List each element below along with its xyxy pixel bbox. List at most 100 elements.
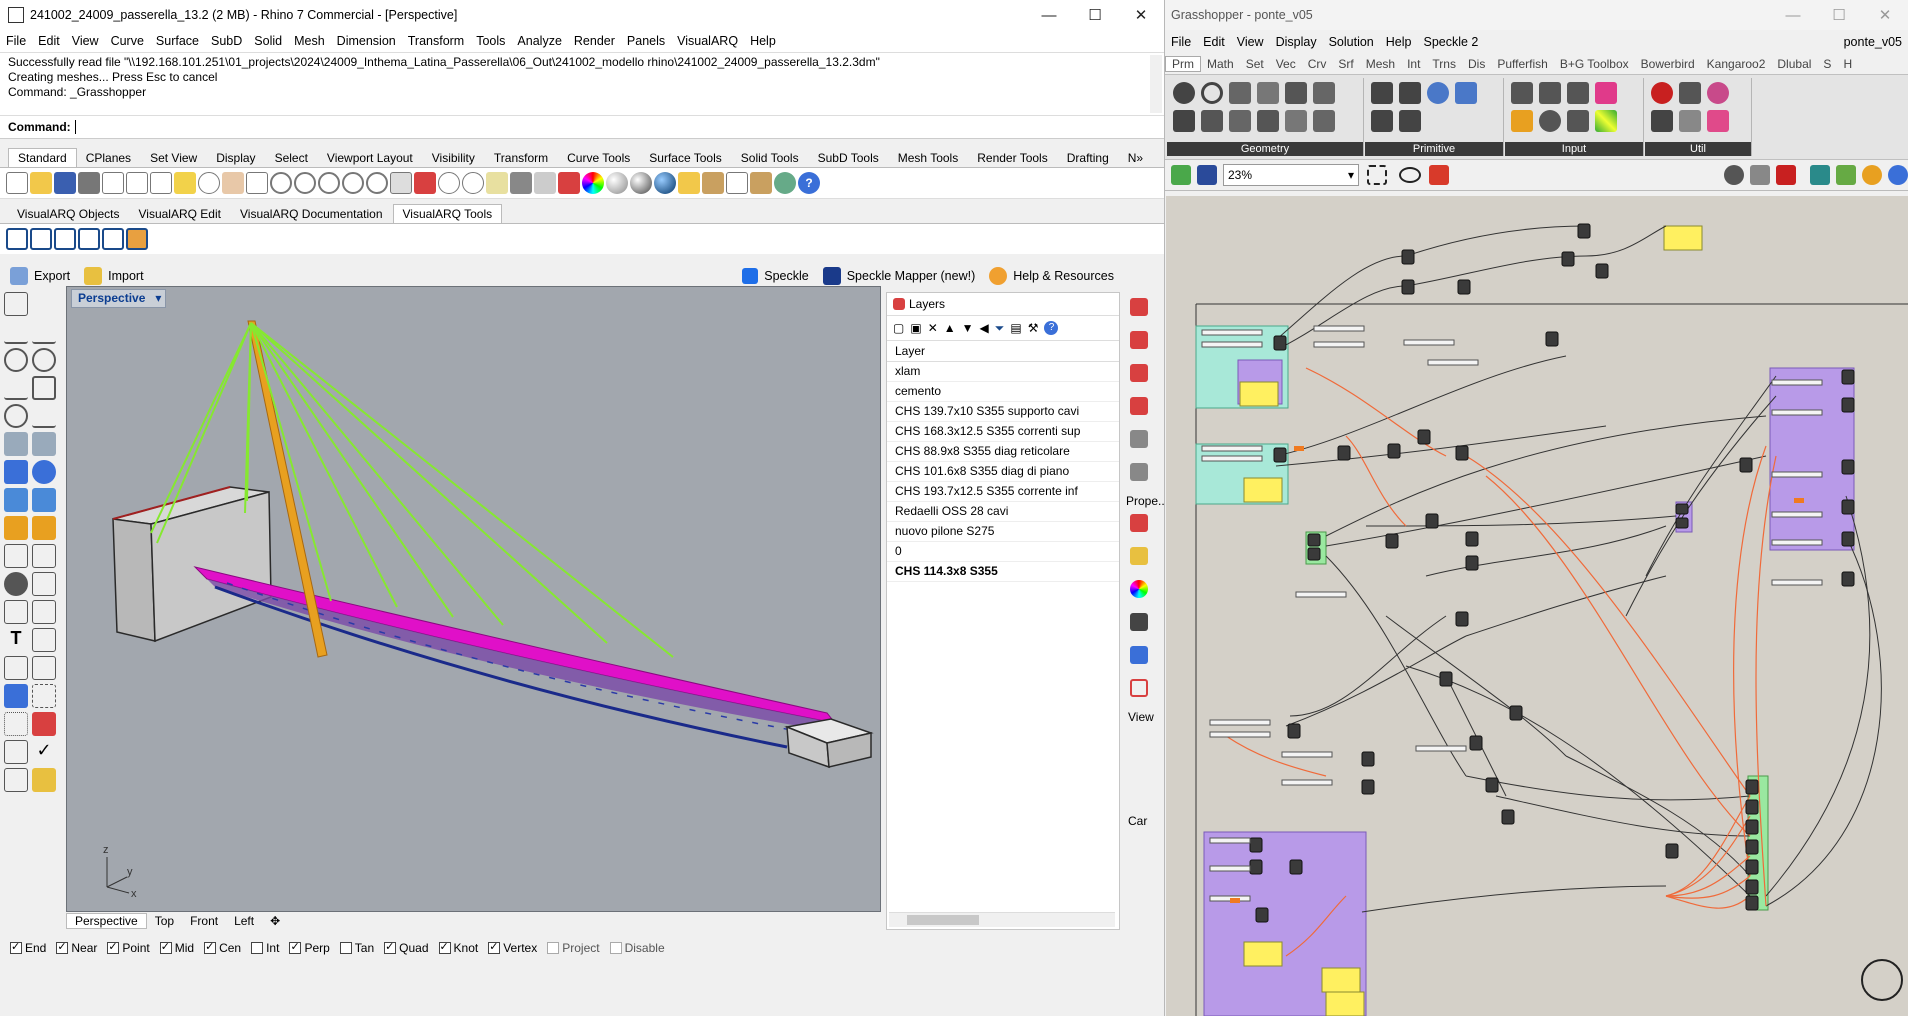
view-panel-label[interactable]: View: [1122, 710, 1160, 724]
gh-surface-param-icon[interactable]: [1257, 82, 1279, 104]
osnap-cen[interactable]: Cen: [204, 940, 241, 955]
hatch-icon[interactable]: [32, 684, 56, 708]
zoom-selected-icon[interactable]: [342, 172, 364, 194]
tab-cplanes[interactable]: CPlanes: [77, 149, 141, 167]
varq-table-icon[interactable]: [78, 228, 100, 250]
gh-tab-params[interactable]: Prm: [1165, 56, 1201, 72]
command-line[interactable]: Command:: [0, 116, 1164, 139]
crop-icon[interactable]: [726, 172, 748, 194]
gh-button-icon[interactable]: [1539, 110, 1561, 132]
gh-doc-name[interactable]: ponte_v05: [1838, 35, 1908, 49]
loft-icon[interactable]: [32, 432, 56, 456]
menu-curve[interactable]: Curve: [105, 34, 150, 48]
help-resources-button[interactable]: Help & Resources: [1013, 269, 1114, 283]
layer-row[interactable]: nuovo pilone S275: [887, 522, 1119, 542]
gh-text-param-icon[interactable]: [1399, 110, 1421, 132]
zoom-icon[interactable]: [270, 172, 292, 194]
menu-panels[interactable]: Panels: [621, 34, 671, 48]
rebuild-icon[interactable]: [32, 600, 56, 624]
paste-icon[interactable]: [174, 172, 196, 194]
move-up-icon[interactable]: ▲: [944, 321, 956, 335]
gh-panel-icon[interactable]: [1567, 82, 1589, 104]
join-icon[interactable]: [4, 572, 28, 596]
gh-sphere-green-icon[interactable]: [1836, 165, 1856, 185]
tab-visualarq-documentation[interactable]: VisualARQ Documentation: [231, 205, 393, 223]
history-scrollbar[interactable]: [1150, 55, 1162, 113]
gh-menu-file[interactable]: File: [1165, 35, 1197, 49]
properties-icon[interactable]: [558, 172, 580, 194]
osnap-vertex[interactable]: Vertex: [488, 940, 537, 955]
mirror-icon[interactable]: [32, 712, 56, 736]
environment-icon[interactable]: [1130, 397, 1148, 415]
gh-tab-pufferfish[interactable]: Pufferfish: [1491, 57, 1553, 71]
gh-brep-param-icon[interactable]: [1313, 82, 1335, 104]
viewport-tab-front[interactable]: Front: [182, 914, 226, 928]
layer-row[interactable]: CHS 139.7x10 S355 supporto cavi: [887, 402, 1119, 422]
gh-sphere-orange-icon[interactable]: [1862, 165, 1882, 185]
osnap-knot[interactable]: Knot: [438, 940, 478, 955]
varq-space-icon[interactable]: [54, 228, 76, 250]
tab-set-view[interactable]: Set View: [141, 149, 207, 167]
gh-tab-bg-toolbox[interactable]: B+G Toolbox: [1554, 57, 1635, 71]
export-icon[interactable]: [102, 172, 124, 194]
cut-icon[interactable]: [126, 172, 148, 194]
zoom-extents-icon[interactable]: [318, 172, 340, 194]
move-icon[interactable]: [32, 656, 56, 680]
menu-subd[interactable]: SubD: [205, 34, 248, 48]
gh-tab-dlubal[interactable]: Dlubal: [1771, 57, 1817, 71]
gh-save-icon[interactable]: [1197, 165, 1217, 185]
gh-graph-icon[interactable]: [1511, 110, 1533, 132]
move-parent-icon[interactable]: ◀: [980, 321, 989, 335]
layer-row[interactable]: CHS 88.9x8 S355 diag reticolare: [887, 442, 1119, 462]
current-layer-row[interactable]: CHS 114.3x8 S355: [887, 562, 1119, 582]
minimize-icon[interactable]: —: [1026, 0, 1072, 30]
osnap-checkbox[interactable]: [159, 940, 172, 954]
tab-curve-tools[interactable]: Curve Tools: [558, 149, 640, 167]
new-layer-icon[interactable]: ▢: [893, 321, 904, 335]
rotate-view-icon[interactable]: [246, 172, 268, 194]
light-bulb-icon[interactable]: [486, 172, 508, 194]
gh-plane-param-icon[interactable]: [1229, 110, 1251, 132]
gh-menu-solution[interactable]: Solution: [1323, 35, 1380, 49]
osnap-checkbox[interactable]: [384, 940, 397, 954]
osnap-icon[interactable]: [462, 172, 484, 194]
gh-zoom-select[interactable]: 23%: [1223, 164, 1359, 186]
help-icon[interactable]: ?: [798, 172, 820, 194]
gh-bake-icon[interactable]: [1810, 165, 1830, 185]
delete-layer-icon[interactable]: ✕: [928, 321, 938, 335]
menu-dimension[interactable]: Dimension: [331, 34, 402, 48]
osnap-quad[interactable]: Quad: [384, 940, 429, 955]
render-icon[interactable]: [654, 172, 676, 194]
block-icon[interactable]: [4, 656, 28, 680]
varq-wall-icon[interactable]: [30, 228, 52, 250]
rectangle-icon[interactable]: [32, 376, 56, 400]
layer-row[interactable]: CHS 193.7x12.5 S355 corrente inf: [887, 482, 1119, 502]
layer-row[interactable]: Redaelli OSS 28 cavi: [887, 502, 1119, 522]
osnap-checkbox[interactable]: [547, 942, 560, 954]
options-gear-icon[interactable]: [750, 172, 772, 194]
gh-curve-param-icon[interactable]: [1229, 82, 1251, 104]
gh-preview-shaded-icon[interactable]: [1724, 165, 1744, 185]
gh-menu-display[interactable]: Display: [1270, 35, 1323, 49]
layers-scrollbar[interactable]: [889, 912, 1115, 927]
gh-group-purple[interactable]: [1769, 367, 1855, 551]
layers-scroll-thumb[interactable]: [907, 915, 979, 925]
osnap-checkbox[interactable]: [251, 942, 264, 954]
osnap-near[interactable]: Near: [56, 940, 97, 955]
box-icon[interactable]: [4, 460, 28, 484]
extrude-icon[interactable]: [32, 488, 56, 512]
four-viewports-icon[interactable]: [390, 172, 412, 194]
materials-icon[interactable]: [1130, 364, 1148, 382]
menu-analyze[interactable]: Analyze: [511, 34, 567, 48]
pan-hand-icon[interactable]: [222, 172, 244, 194]
camera-icon[interactable]: [1130, 613, 1148, 631]
pencil-icon[interactable]: [1130, 514, 1148, 532]
gh-relay-icon[interactable]: [1679, 110, 1701, 132]
osnap-checkbox[interactable]: [438, 940, 451, 954]
tab-surface-tools[interactable]: Surface Tools: [640, 149, 732, 167]
gh-preview-selected-icon[interactable]: [1776, 165, 1796, 185]
layer-row[interactable]: CHS 168.3x12.5 S355 correnti sup: [887, 422, 1119, 442]
import-button[interactable]: Import: [108, 269, 143, 283]
gh-slider-icon[interactable]: [1539, 82, 1561, 104]
gh-line-param-icon[interactable]: [1201, 110, 1223, 132]
